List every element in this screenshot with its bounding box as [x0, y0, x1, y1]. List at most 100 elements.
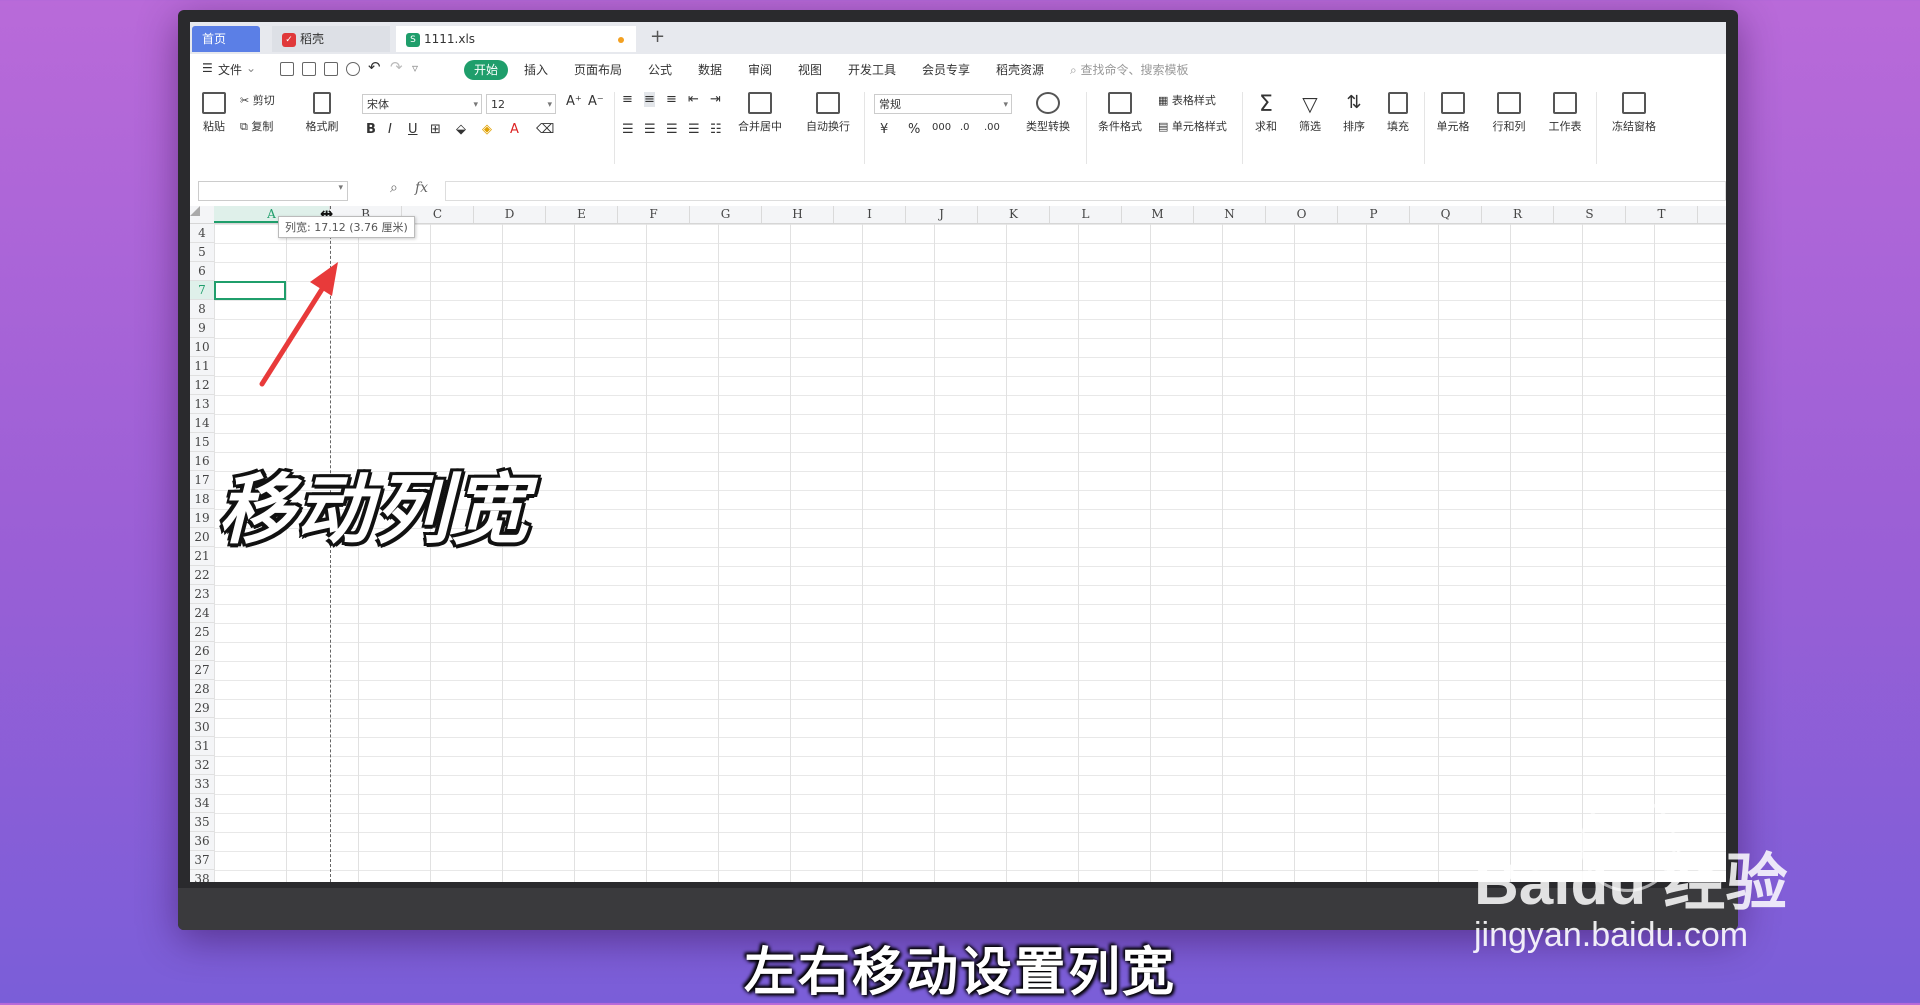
menu-page-layout[interactable]: 页面布局 [574, 61, 622, 78]
row-header-16[interactable]: 16 [190, 452, 214, 471]
export-pdf-icon[interactable] [302, 62, 316, 76]
row-header-13[interactable]: 13 [190, 395, 214, 414]
menu-formula[interactable]: 公式 [648, 61, 672, 78]
paste-button[interactable]: 粘贴 [196, 92, 232, 134]
row-header-33[interactable]: 33 [190, 775, 214, 794]
column-header-e[interactable]: E [546, 206, 618, 223]
indent-decrease-icon[interactable]: ⇤ [688, 92, 699, 107]
merge-center-button[interactable]: 合并居中 [730, 92, 790, 134]
column-header-q[interactable]: Q [1410, 206, 1482, 223]
worksheet-button[interactable]: 工作表 [1540, 92, 1590, 134]
align-bottom-icon[interactable]: ≡ [666, 92, 677, 107]
font-size-select[interactable]: 12 [486, 94, 556, 115]
align-center-icon[interactable]: ☰ [644, 122, 656, 137]
hamburger-icon[interactable]: ☰ [202, 61, 213, 75]
row-header-19[interactable]: 19 [190, 509, 214, 528]
fill-button[interactable]: 填充 [1378, 92, 1418, 134]
select-all-corner[interactable] [190, 206, 200, 216]
row-header-6[interactable]: 6 [190, 262, 214, 281]
row-header-26[interactable]: 26 [190, 642, 214, 661]
quick-access-more-icon[interactable]: ▿ [412, 61, 418, 75]
row-header-21[interactable]: 21 [190, 547, 214, 566]
font-shrink-icon[interactable]: A⁻ [588, 94, 604, 109]
font-grow-icon[interactable]: A⁺ [566, 94, 582, 109]
align-top-icon[interactable]: ≡ [622, 92, 633, 107]
thousands-icon[interactable]: 000 [932, 122, 951, 133]
chevron-down-icon[interactable]: ⌄ [246, 61, 256, 75]
row-header-17[interactable]: 17 [190, 471, 214, 490]
highlight-icon[interactable]: ◈ [482, 122, 492, 137]
clear-format-icon[interactable]: ⌫ [536, 122, 554, 137]
zoom-icon[interactable]: ⌕ [390, 180, 398, 196]
row-header-32[interactable]: 32 [190, 756, 214, 775]
row-header-24[interactable]: 24 [190, 604, 214, 623]
column-header-s[interactable]: S [1554, 206, 1626, 223]
freeze-panes-button[interactable]: 冻结窗格 [1602, 92, 1666, 134]
italic-icon[interactable]: I [388, 122, 392, 137]
row-header-23[interactable]: 23 [190, 585, 214, 604]
formula-input[interactable] [445, 181, 1726, 201]
cell-button[interactable]: 单元格 [1428, 92, 1478, 134]
conditional-format-button[interactable]: 条件格式 [1090, 92, 1150, 134]
row-header-25[interactable]: 25 [190, 623, 214, 642]
column-header-m[interactable]: M [1122, 206, 1194, 223]
row-header-35[interactable]: 35 [190, 813, 214, 832]
tab-home[interactable]: 首页 [192, 26, 260, 52]
row-header-29[interactable]: 29 [190, 699, 214, 718]
undo-icon[interactable]: ↶ [368, 58, 381, 76]
menu-member[interactable]: 会员专享 [922, 61, 970, 78]
type-convert-button[interactable]: 类型转换 [1018, 92, 1078, 134]
cut-button[interactable]: ✂ 剪切 [240, 92, 275, 108]
menu-developer[interactable]: 开发工具 [848, 61, 896, 78]
cell-style-button[interactable]: ▤ 单元格样式 [1158, 118, 1227, 134]
font-name-select[interactable]: 宋体 [362, 94, 482, 115]
fx-icon[interactable]: fx [415, 180, 428, 196]
table-style-button[interactable]: ▦ 表格样式 [1158, 92, 1216, 108]
row-header-4[interactable]: 4 [190, 224, 214, 243]
print-preview-icon[interactable] [346, 62, 360, 76]
command-search[interactable]: ⌕ 查找命令、搜索模板 [1070, 61, 1189, 78]
menu-start[interactable]: 开始 [464, 60, 508, 80]
align-middle-icon[interactable]: ≡ [644, 92, 655, 107]
row-header-7[interactable]: 7 [190, 281, 214, 300]
align-left-icon[interactable]: ☰ [622, 122, 634, 137]
filter-button[interactable]: ▽ 筛选 [1290, 92, 1330, 134]
menu-daoke-resources[interactable]: 稻壳资源 [996, 61, 1044, 78]
fill-color-icon[interactable]: ⬙ [456, 122, 466, 137]
row-header-20[interactable]: 20 [190, 528, 214, 547]
row-header-37[interactable]: 37 [190, 851, 214, 870]
row-header-30[interactable]: 30 [190, 718, 214, 737]
justify-icon[interactable]: ☰ [688, 122, 700, 137]
underline-icon[interactable]: U [408, 122, 418, 137]
row-header-31[interactable]: 31 [190, 737, 214, 756]
menu-insert[interactable]: 插入 [524, 61, 548, 78]
wrap-text-button[interactable]: 自动换行 [798, 92, 858, 134]
row-col-button[interactable]: 行和列 [1484, 92, 1534, 134]
row-header-34[interactable]: 34 [190, 794, 214, 813]
row-header-12[interactable]: 12 [190, 376, 214, 395]
bold-icon[interactable]: B [366, 122, 376, 137]
row-header-28[interactable]: 28 [190, 680, 214, 699]
column-header-t[interactable]: T [1626, 206, 1698, 223]
menu-review[interactable]: 审阅 [748, 61, 772, 78]
align-right-icon[interactable]: ☰ [666, 122, 678, 137]
name-box[interactable] [198, 181, 348, 201]
column-header-j[interactable]: J [906, 206, 978, 223]
row-header-18[interactable]: 18 [190, 490, 214, 509]
tab-daoke[interactable]: ✓ 稻壳 [272, 26, 390, 52]
copy-button[interactable]: ⧉ 复制 [240, 118, 273, 134]
number-format-select[interactable]: 常规 [874, 94, 1012, 115]
indent-increase-icon[interactable]: ⇥ [710, 92, 721, 107]
column-header-i[interactable]: I [834, 206, 906, 223]
column-header-p[interactable]: P [1338, 206, 1410, 223]
distribute-icon[interactable]: ☷ [710, 122, 722, 137]
tab-file[interactable]: S 1111.xls [396, 26, 636, 52]
row-header-27[interactable]: 27 [190, 661, 214, 680]
sum-button[interactable]: Σ 求和 [1246, 92, 1286, 134]
row-header-38[interactable]: 38 [190, 870, 214, 882]
font-color-icon[interactable]: A [510, 122, 519, 137]
column-header-d[interactable]: D [474, 206, 546, 223]
column-header-k[interactable]: K [978, 206, 1050, 223]
menu-data[interactable]: 数据 [698, 61, 722, 78]
new-tab-icon[interactable]: + [650, 26, 665, 47]
